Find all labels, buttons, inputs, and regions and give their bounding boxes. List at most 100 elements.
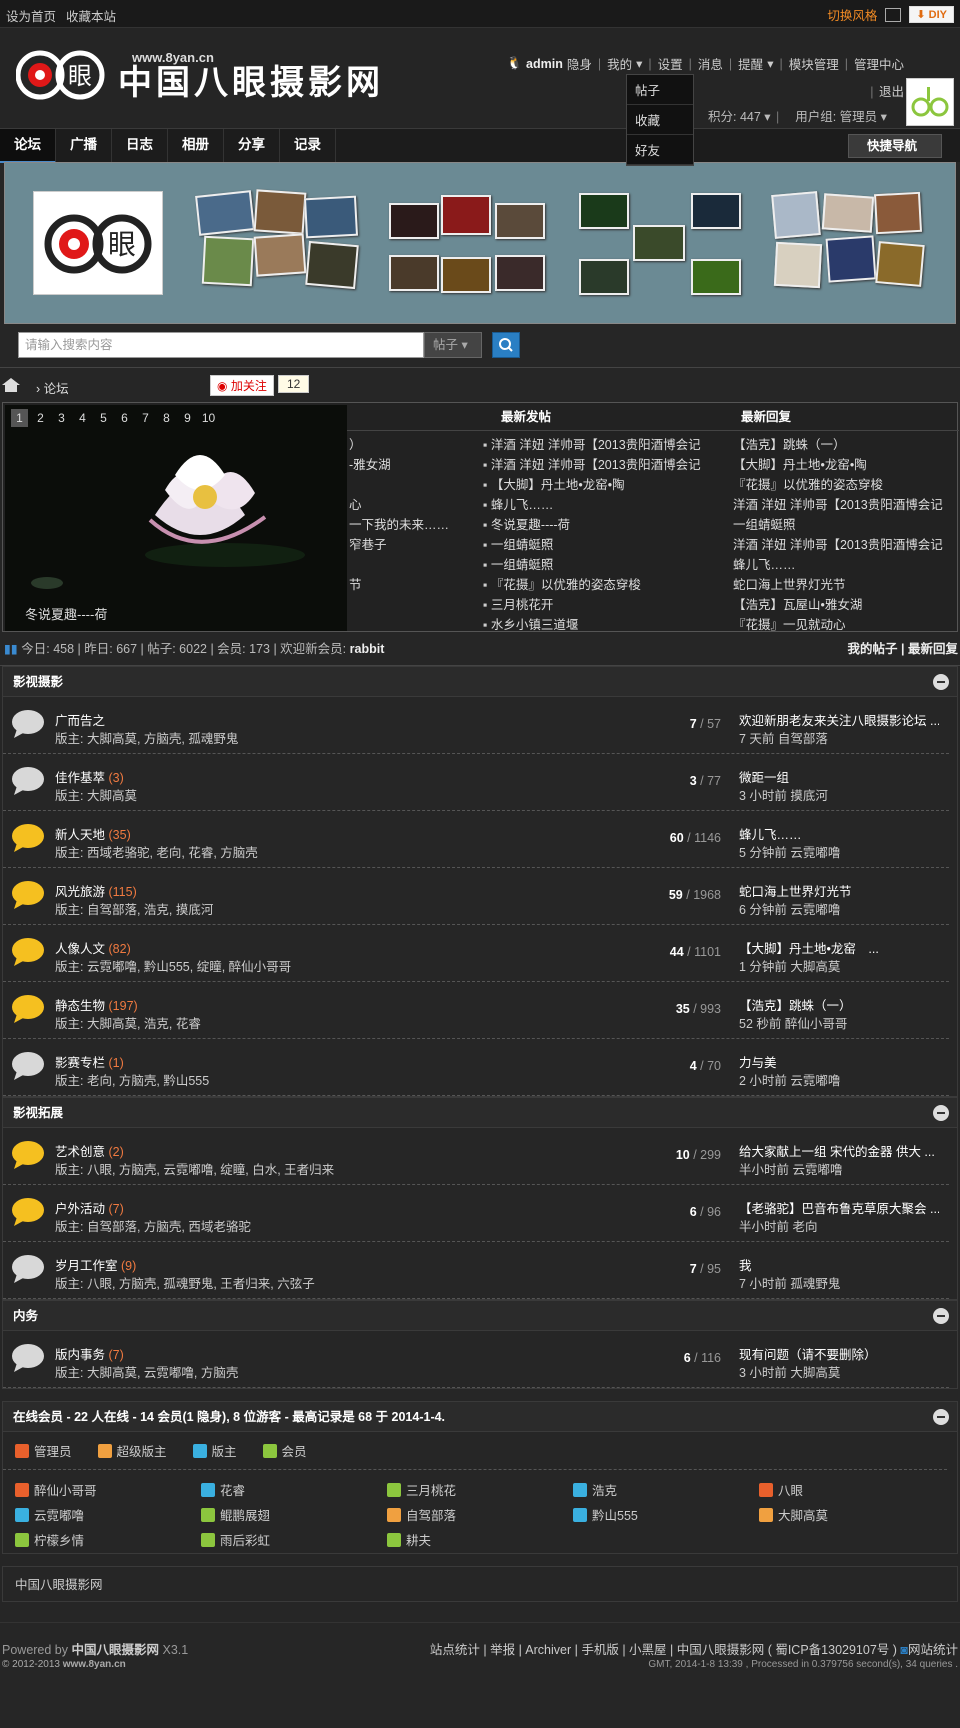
- section-title-text[interactable]: 影视摄影: [13, 675, 63, 689]
- list-item[interactable]: 蜂儿飞……: [723, 555, 959, 575]
- post-title[interactable]: 冬说夏趣----荷: [491, 518, 570, 532]
- list-item[interactable]: ▪ 『花摄』以优雅的姿态穿梭: [483, 575, 723, 595]
- forum-name-link[interactable]: 广而告之: [55, 714, 105, 728]
- post-title[interactable]: 【大脚】丹土地•龙窑•陶: [491, 478, 625, 492]
- last-post-link[interactable]: 我: [739, 1255, 939, 1274]
- online-member[interactable]: 八眼: [759, 1480, 945, 1499]
- online-member[interactable]: 三月桃花: [387, 1480, 573, 1499]
- collapse-icon[interactable]: [933, 1409, 949, 1425]
- post-title[interactable]: 一组蜻蜓照: [491, 558, 554, 572]
- list-item[interactable]: ▪ 洋酒 洋妞 洋帅哥【2013贵阳酒博会记: [483, 435, 723, 455]
- bookmark-link[interactable]: 收藏本站: [66, 10, 116, 24]
- post-title[interactable]: 洋酒 洋妞 洋帅哥【2013贵阳酒博会记: [491, 438, 701, 452]
- section-title-text[interactable]: 影视拓展: [13, 1106, 63, 1120]
- search-input[interactable]: 请输入搜索内容: [18, 332, 424, 358]
- last-post-link[interactable]: 力与美: [739, 1052, 939, 1071]
- tab-album[interactable]: 相册: [168, 129, 224, 163]
- post-title[interactable]: 【浩克】瓦屋山•雅女湖: [733, 598, 862, 612]
- online-member[interactable]: 耕夫: [387, 1530, 573, 1549]
- list-item[interactable]: ▪ 一组蜻蜓照: [483, 555, 723, 575]
- member-name[interactable]: 三月桃花: [406, 1480, 456, 1499]
- post-title[interactable]: 洋酒 洋妞 洋帅哥【2013贵阳酒博会记: [733, 498, 943, 512]
- member-name[interactable]: 大脚高莫: [778, 1505, 828, 1524]
- online-member[interactable]: 柠檬乡情: [15, 1530, 201, 1549]
- online-member[interactable]: 花睿: [201, 1480, 387, 1499]
- slide-number[interactable]: 1: [11, 409, 28, 427]
- online-member[interactable]: 醉仙小哥哥: [15, 1480, 201, 1499]
- banner-logo[interactable]: 眼: [33, 191, 163, 295]
- remind-menu[interactable]: 提醒: [738, 54, 763, 73]
- list-item[interactable]: ▪ 【大脚】丹土地•龙窑•陶: [483, 475, 723, 495]
- forum-name[interactable]: 版内事务 (7): [55, 1344, 124, 1363]
- member-name[interactable]: 耕夫: [406, 1530, 431, 1549]
- online-member[interactable]: 大脚高莫: [759, 1505, 945, 1524]
- forum-name[interactable]: 风光旅游 (115): [55, 881, 137, 900]
- post-title[interactable]: 一组蜻蜓照: [733, 518, 796, 532]
- switch-style-link[interactable]: 切换风格: [827, 5, 877, 24]
- diy-button[interactable]: ⬇ DIY: [909, 6, 954, 23]
- collapse-icon[interactable]: [933, 1308, 949, 1324]
- newest-member-link[interactable]: rabbit: [350, 642, 385, 656]
- forum-name[interactable]: 静态生物 (197): [55, 995, 138, 1014]
- online-member[interactable]: 浩克: [573, 1480, 759, 1499]
- list-item[interactable]: 节: [347, 575, 483, 595]
- slide-number[interactable]: 7: [137, 409, 154, 427]
- post-title[interactable]: 蜂儿飞……: [491, 498, 554, 512]
- list-item[interactable]: ▪ 冬说夏趣----荷: [483, 515, 723, 535]
- avatar[interactable]: [906, 78, 954, 126]
- forum-moderators[interactable]: 版主: 大脚高莫, 方脑壳, 孤魂野鬼: [55, 728, 238, 747]
- forum-moderators[interactable]: 版主: 大脚高莫, 浩克, 花睿: [55, 1013, 201, 1032]
- list-item[interactable]: 洋酒 洋妞 洋帅哥【2013贵阳酒博会记: [723, 495, 959, 515]
- post-title[interactable]: 【浩克】跳蛛（一）: [733, 438, 846, 452]
- logout-link[interactable]: 退出: [879, 85, 904, 99]
- slide-number[interactable]: 4: [74, 409, 91, 427]
- collapse-icon[interactable]: [933, 1105, 949, 1121]
- member-name[interactable]: 浩克: [592, 1480, 617, 1499]
- forum-moderators[interactable]: 版主: 八眼, 方脑壳, 云霓嘟噜, 绽瞳, 白水, 王者归来: [55, 1159, 334, 1178]
- set-home-link[interactable]: 设为首页: [6, 10, 56, 24]
- forum-name-link[interactable]: 影赛专栏: [55, 1056, 105, 1070]
- online-member[interactable]: 雨后彩虹: [201, 1530, 387, 1549]
- member-name[interactable]: 醉仙小哥哥: [34, 1480, 97, 1499]
- post-title[interactable]: 『花摄』以优雅的姿态穿梭: [733, 478, 883, 492]
- forum-moderators[interactable]: 版主: 西域老骆驼, 老向, 花睿, 方脑壳: [55, 842, 258, 861]
- forum-moderators[interactable]: 版主: 八眼, 方脑壳, 孤魂野鬼, 王者归来, 六弦子: [55, 1273, 315, 1292]
- forum-moderators[interactable]: 版主: 大脚高莫: [55, 785, 137, 804]
- forum-name[interactable]: 艺术创意 (2): [55, 1141, 124, 1160]
- forum-name-link[interactable]: 佳作基萃: [55, 771, 105, 785]
- site-name-footer[interactable]: 中国八眼摄影网: [2, 1566, 958, 1602]
- slide-number[interactable]: 9: [179, 409, 196, 427]
- list-item[interactable]: 蛇口海上世界灯光节: [723, 575, 959, 595]
- list-item[interactable]: 一组蜻蜓照: [723, 515, 959, 535]
- modules-link[interactable]: 模块管理: [789, 54, 839, 73]
- forum-moderators[interactable]: 版主: 大脚高莫, 云霓嘟噜, 方脑壳: [55, 1362, 238, 1381]
- forum-name[interactable]: 影赛专栏 (1): [55, 1052, 124, 1071]
- breadcrumb-forum[interactable]: › 论坛: [36, 378, 69, 397]
- member-name[interactable]: 黔山555: [592, 1505, 638, 1524]
- messages-link[interactable]: 消息: [698, 54, 723, 73]
- last-post-link[interactable]: 微距一组: [739, 767, 939, 786]
- tab-broadcast[interactable]: 广播: [56, 129, 112, 163]
- online-member[interactable]: 鲲鹏展翅: [201, 1505, 387, 1524]
- forum-name-link[interactable]: 岁月工作室: [55, 1259, 118, 1273]
- post-title[interactable]: 『花摄』一见就动心: [733, 618, 846, 632]
- forum-name-link[interactable]: 风光旅游: [55, 885, 105, 899]
- forum-name-link[interactable]: 版内事务: [55, 1348, 105, 1362]
- member-name[interactable]: 鲲鹏展翅: [220, 1505, 270, 1524]
- forum-name[interactable]: 新人天地 (35): [55, 824, 131, 843]
- slide-number[interactable]: 2: [32, 409, 49, 427]
- list-item[interactable]: [347, 555, 483, 575]
- last-post-link[interactable]: 蛇口海上世界灯光节: [739, 881, 939, 900]
- last-post-link[interactable]: 蜂儿飞……: [739, 824, 939, 843]
- post-title[interactable]: 洋酒 洋妞 洋帅哥【2013贵阳酒博会记: [733, 538, 943, 552]
- online-member[interactable]: 黔山555: [573, 1505, 759, 1524]
- list-item[interactable]: -雅女湖: [347, 455, 483, 475]
- tab-blog[interactable]: 日志: [112, 129, 168, 163]
- dropdown-item-posts[interactable]: 帖子: [627, 75, 693, 105]
- image-slideshow[interactable]: 1 2 3 4 5 6 7 8 9 10 冬说夏趣----荷: [5, 405, 347, 631]
- search-type-select[interactable]: 帖子 ▾: [424, 332, 482, 358]
- post-title[interactable]: 一组蜻蜓照: [491, 538, 554, 552]
- member-name[interactable]: 云霓嘟噜: [34, 1505, 84, 1524]
- slide-number[interactable]: 8: [158, 409, 175, 427]
- online-member[interactable]: 云霓嘟噜: [15, 1505, 201, 1524]
